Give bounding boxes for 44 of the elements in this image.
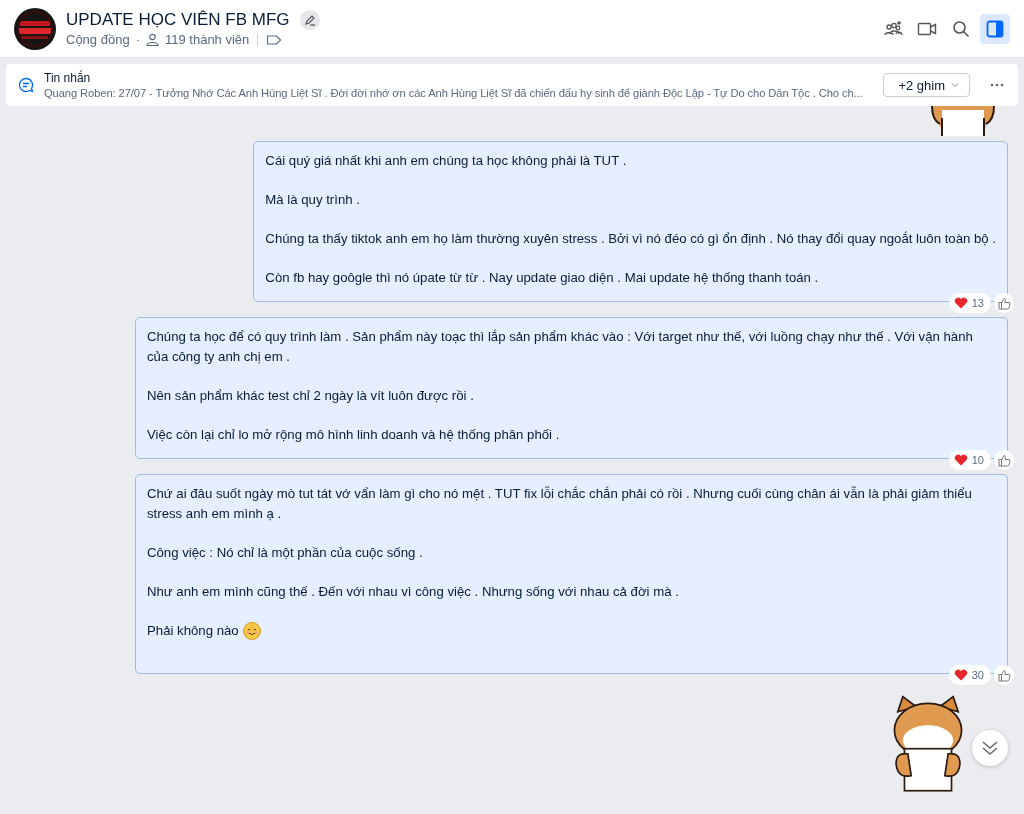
reaction-count[interactable]: 30: [948, 665, 991, 685]
chat-icon: [18, 77, 34, 93]
thumbs-up-icon: [997, 668, 1011, 682]
heart-icon: [953, 669, 968, 681]
message-text: Nên sản phẩm khác test chỉ 2 ngày là vít luôn được rồi .: [147, 387, 475, 405]
message-text: Mà là quy trình .: [265, 191, 361, 209]
message-text: Chứ ai đâu suốt ngày mò tut tát vớ vẩn làm gì cho nó mệt . TUT fix lỗi chắc chắn phải có rồi . Nhưng cuối cùng chân ái vẫn là phải giảm thiểu stress anh em mình ạ .: [147, 485, 973, 523]
search-icon: [952, 19, 970, 38]
more-icon: [990, 83, 1004, 87]
double-chevron-down-icon: [981, 739, 999, 757]
message-text: Phải không nào: [147, 622, 239, 640]
sidebar-toggle-button[interactable]: [980, 13, 1010, 44]
thumbs-up-icon: [997, 453, 1011, 467]
edit-button[interactable]: [299, 10, 320, 30]
sidebar-toggle-icon: [986, 19, 1004, 38]
person-icon: [145, 33, 159, 46]
message-text: Như anh em mình cũng thế . Đến với nhau vì công việc . Nhưng sống với nhau cả đời mà .: [147, 583, 680, 601]
caret-icon: [951, 82, 959, 88]
member-count[interactable]: 119 thành viên: [164, 32, 250, 47]
heart-icon: [953, 454, 968, 466]
message-text: Cái quý giá nhất khi anh em chúng ta học không phải là TUT .: [265, 152, 628, 170]
separator-dot: ·: [135, 32, 140, 47]
pins-dropdown[interactable]: +2 ghim: [883, 73, 970, 97]
scroll-down-button[interactable]: [972, 730, 1008, 766]
tag-icon[interactable]: [266, 33, 283, 46]
pinned-message[interactable]: Quang Roben: 27/07 - Tưởng Nhớ Các Anh Hùng Liệt Sĩ . Đời đời nhớ ơn các Anh Hùng Liệt Sĩ đã chiến đấu hy sinh để giành Độc Lập - Tự Do cho Dân Tộc . Cho ch...: [44, 87, 874, 99]
like-button[interactable]: [994, 450, 1014, 470]
like-button[interactable]: [994, 665, 1014, 685]
thumbs-up-icon: [997, 296, 1011, 310]
reaction-count[interactable]: 13: [948, 293, 991, 313]
message-text: Chúng ta học để có quy trình làm . Sản phẩm này toạc thì lắp sản phẩm khác vào : Với target như thế, với luồng chạy như thế . Với vận hành của công ty anh chị em .: [147, 328, 974, 366]
pinned-label: Tin nhắn: [44, 71, 92, 85]
reaction-count[interactable]: 10: [948, 450, 991, 470]
heart-icon: [953, 297, 968, 309]
message-text: Công việc : Nó chỉ là một phần của cuộc sống .: [147, 544, 424, 562]
add-group-icon: [883, 19, 903, 38]
message-text: Chúng ta thấy tiktok anh em họ làm thường xuyên stress . Bởi vì nó đéo có gì ổn định . Nó thay đổi quay ngoắt luôn toàn bộ .: [265, 230, 996, 248]
pencil-icon: [303, 14, 316, 26]
message-text: Việc còn lại chỉ lo mở rộng mô hình linh doanh và hệ thống phân phối .: [147, 426, 561, 444]
group-type: Cộng đồng: [66, 32, 130, 47]
like-button[interactable]: [994, 293, 1014, 313]
group-title: UPDATE HỌC VIÊN FB MFG: [66, 10, 290, 30]
video-icon: [917, 20, 937, 37]
message-text: Còn fb hay goôgle thì nó úpate từ từ . Nay update giao diện . Mai update hệ thống thanh toán .: [265, 269, 820, 287]
